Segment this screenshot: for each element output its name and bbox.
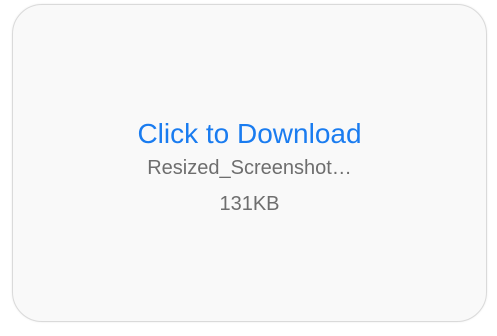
attachment-filesize: 131KB [219,193,280,215]
attachment-filename: Resized_Screenshot… [147,157,352,179]
attachment-card[interactable]: Click to Download Resized_Screenshot… 13… [12,4,487,322]
download-link[interactable]: Click to Download [137,117,361,151]
